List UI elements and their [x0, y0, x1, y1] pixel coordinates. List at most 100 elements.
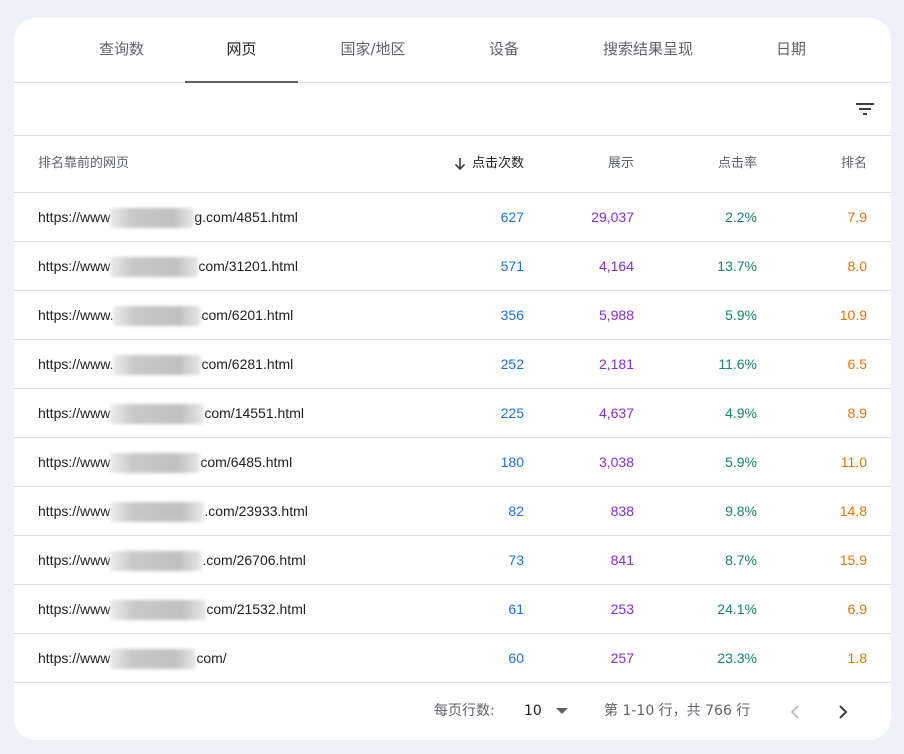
clicks-value: 60 [508, 650, 524, 666]
page-url[interactable]: https://www .com/26706.html [38, 536, 438, 584]
table-row[interactable]: https://www com/31201.html 571 4,164 13.7% 8.… [14, 242, 891, 291]
clicks-value: 61 [508, 601, 524, 617]
page-url[interactable]: https://www .com/23933.html [38, 487, 438, 535]
table-row[interactable]: https://www. com/6281.html 252 2,181 11.6% 6.… [14, 340, 891, 389]
chevron-right-icon [839, 705, 848, 719]
tab-search-appearance[interactable]: 搜索结果呈现 [584, 18, 712, 82]
page-url[interactable]: https://www. com/6281.html [38, 340, 438, 388]
ctr-value: 4.9% [725, 405, 757, 421]
url-suffix: com/14551.html [204, 405, 304, 421]
table-row[interactable]: https://www com/6485.html 180 3,038 5.9% 11.0 [14, 438, 891, 487]
tab-queries[interactable]: 查询数 [74, 18, 169, 82]
tab-devices[interactable]: 设备 [454, 18, 554, 82]
redacted-domain [110, 404, 205, 425]
rows-per-page-select[interactable]: 10 [524, 683, 568, 740]
page-url[interactable]: https://www com/21532.html [38, 585, 438, 633]
table-row[interactable]: https://www com/21532.html 61 253 24.1% 6.9 [14, 585, 891, 634]
redacted-domain [110, 453, 201, 474]
url-suffix: com/6201.html [201, 307, 294, 323]
redacted-domain [110, 551, 203, 572]
page-url[interactable]: https://www com/6485.html [38, 438, 438, 486]
url-prefix: https://www [38, 503, 111, 519]
header-position[interactable]: 排名 [774, 136, 867, 192]
impressions-value: 838 [610, 503, 634, 519]
header-page[interactable]: 排名靠前的网页 [38, 136, 129, 192]
position-value: 15.9 [839, 552, 867, 568]
impressions-value: 841 [610, 552, 634, 568]
position-value: 1.8 [847, 650, 867, 666]
position-value: 6.5 [847, 356, 867, 372]
tab-countries[interactable]: 国家/地区 [314, 18, 432, 82]
clicks-value: 571 [500, 258, 524, 274]
page-url[interactable]: https://www com/ [38, 634, 438, 682]
url-suffix: .com/26706.html [202, 552, 306, 568]
table-row[interactable]: https://www .com/23933.html 82 838 9.8% 14.8 [14, 487, 891, 536]
filter-button[interactable] [853, 97, 877, 121]
impressions-value: 2,181 [598, 356, 634, 372]
redacted-domain [110, 649, 197, 670]
url-suffix: g.com/4851.html [194, 209, 298, 225]
tab-pages[interactable]: 网页 [185, 18, 298, 83]
rows-per-page-label: 每页行数: [434, 703, 495, 719]
filter-list-icon [856, 103, 874, 115]
url-prefix: https://www. [38, 356, 114, 372]
tab-dates[interactable]: 日期 [744, 18, 838, 82]
table-row[interactable]: https://www .com/26706.html 73 841 8.7% 15.9 [14, 536, 891, 585]
clicks-value: 180 [500, 454, 524, 470]
page-url[interactable]: https://www com/31201.html [38, 242, 438, 290]
table-row[interactable]: https://www com/14551.html 225 4,637 4.9% 8.9 [14, 389, 891, 438]
table-header: 排名靠前的网页 点击次数 展示 点击率 排名 [14, 136, 891, 193]
clicks-value: 356 [500, 307, 524, 323]
position-value: 8.9 [847, 405, 867, 421]
url-prefix: https://www [38, 454, 111, 470]
impressions-value: 4,164 [598, 258, 634, 274]
clicks-value: 627 [500, 209, 524, 225]
previous-page-button[interactable] [782, 699, 808, 725]
position-value: 8.0 [847, 258, 867, 274]
arrow-down-icon [454, 157, 466, 170]
dropdown-caret-icon [555, 708, 568, 714]
ctr-value: 23.3% [717, 650, 757, 666]
ctr-value: 11.6% [718, 356, 757, 372]
url-prefix: https://www [38, 601, 111, 617]
dimension-tabs: 查询数 网页 国家/地区 设备 搜索结果呈现 日期 [14, 18, 891, 83]
header-clicks[interactable]: 点击次数 [434, 136, 524, 192]
ctr-value: 2.2% [725, 209, 757, 225]
header-ctr[interactable]: 点击率 [654, 136, 757, 192]
header-impressions[interactable]: 展示 [534, 136, 634, 192]
pagination-bar: 每页行数: 10 第 1-10 行，共 766 行 [14, 683, 891, 740]
next-page-button[interactable] [830, 699, 856, 725]
impressions-value: 29,037 [591, 209, 634, 225]
impressions-value: 257 [610, 650, 634, 666]
clicks-value: 82 [508, 503, 524, 519]
url-prefix: https://www [38, 405, 111, 421]
page-url[interactable]: https://www com/14551.html [38, 389, 438, 437]
page-url[interactable]: https://www. com/6201.html [38, 291, 438, 339]
table-row[interactable]: https://www g.com/4851.html 627 29,037 2.2% 7… [14, 193, 891, 242]
redacted-domain [113, 355, 202, 376]
position-value: 14.8 [839, 503, 867, 519]
ctr-value: 5.9% [725, 454, 757, 470]
redacted-domain [110, 502, 205, 523]
table-row[interactable]: https://www com/60 257 23.3% 1.8 [14, 634, 891, 683]
clicks-value: 252 [500, 356, 524, 372]
table-row[interactable]: https://www. com/6201.html 356 5,988 5.9% 10.… [14, 291, 891, 340]
url-prefix: https://www [38, 650, 111, 666]
impressions-value: 253 [610, 601, 634, 617]
url-suffix: com/31201.html [198, 258, 298, 274]
position-value: 10.9 [839, 307, 867, 323]
rows-per-page-value: 10 [524, 703, 542, 719]
url-suffix: .com/23933.html [204, 503, 308, 519]
ctr-value: 9.8% [725, 503, 757, 519]
url-suffix: com/6281.html [201, 356, 294, 372]
url-prefix: https://www. [38, 307, 114, 323]
ctr-value: 13.7% [717, 258, 757, 274]
table-toolbar [14, 83, 891, 136]
chevron-left-icon [790, 705, 799, 719]
page-url[interactable]: https://www g.com/4851.html [38, 193, 438, 241]
ctr-value: 24.1% [717, 601, 757, 617]
position-value: 11.0 [840, 454, 867, 470]
position-value: 7.9 [847, 209, 867, 225]
impressions-value: 5,988 [598, 307, 634, 323]
impressions-value: 3,038 [598, 454, 634, 470]
